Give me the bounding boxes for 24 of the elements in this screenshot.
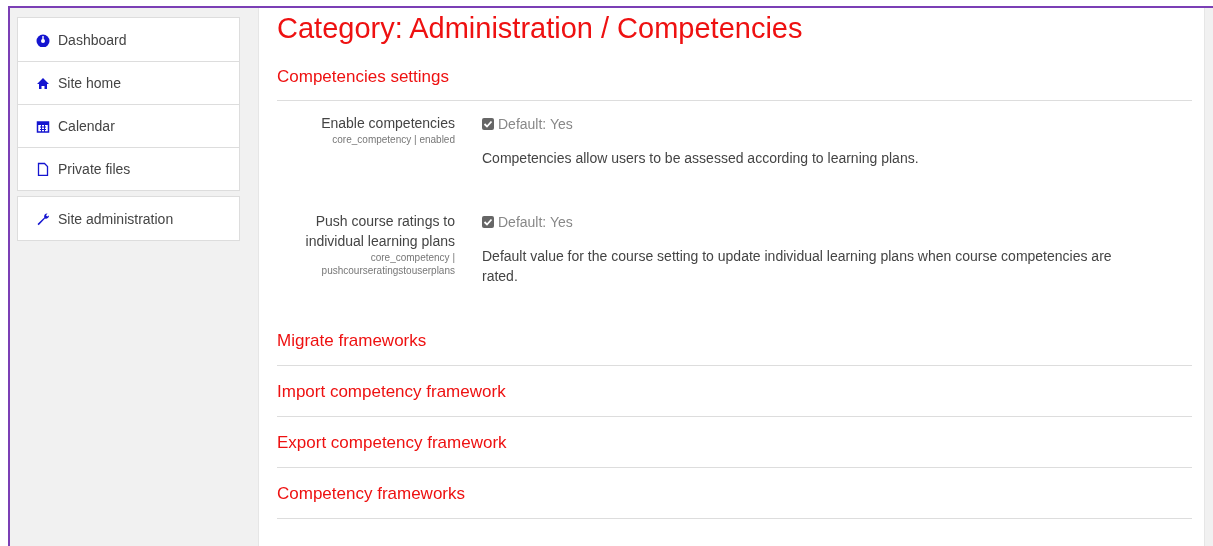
section-link[interactable]: Competency frameworks: [277, 484, 465, 503]
default-value: Default: Yes: [498, 116, 573, 132]
gauge-icon: [36, 32, 50, 47]
setting-label: Enable competencies: [320, 114, 455, 133]
setting-key: core_competency | pushcourseratingstouserplans: [277, 251, 455, 277]
nav-item[interactable]: Dashboard: [18, 18, 239, 61]
section-link[interactable]: Migrate frameworks: [277, 331, 427, 350]
nav-item[interactable]: Site home: [18, 61, 239, 104]
wrench-icon: [36, 211, 50, 226]
setting-description: Competencies allow users to be assessed according to learning plans.: [482, 149, 920, 168]
section-heading: Competencies settings: [277, 67, 449, 88]
calendar-icon: [36, 119, 50, 133]
nav-item[interactable]: Site administration: [18, 197, 239, 240]
setting-key: core_competency | enabled: [277, 133, 455, 146]
nav-item[interactable]: Private files: [18, 147, 239, 190]
setting-description: Default value for the course setting to update individual learning plans when course competencies are rated.: [482, 247, 1113, 286]
default-value: Default: Yes: [498, 214, 573, 230]
section-link[interactable]: Import competency framework: [277, 382, 506, 401]
nav-item[interactable]: Calendar: [18, 104, 239, 147]
file-icon: [36, 162, 50, 176]
house-icon: [36, 76, 50, 90]
setting-label: Push course ratings to individual learning plans: [304, 212, 455, 251]
page-title: Category: Administration / Competencies: [277, 12, 804, 45]
section-link[interactable]: Export competency framework: [277, 433, 507, 452]
